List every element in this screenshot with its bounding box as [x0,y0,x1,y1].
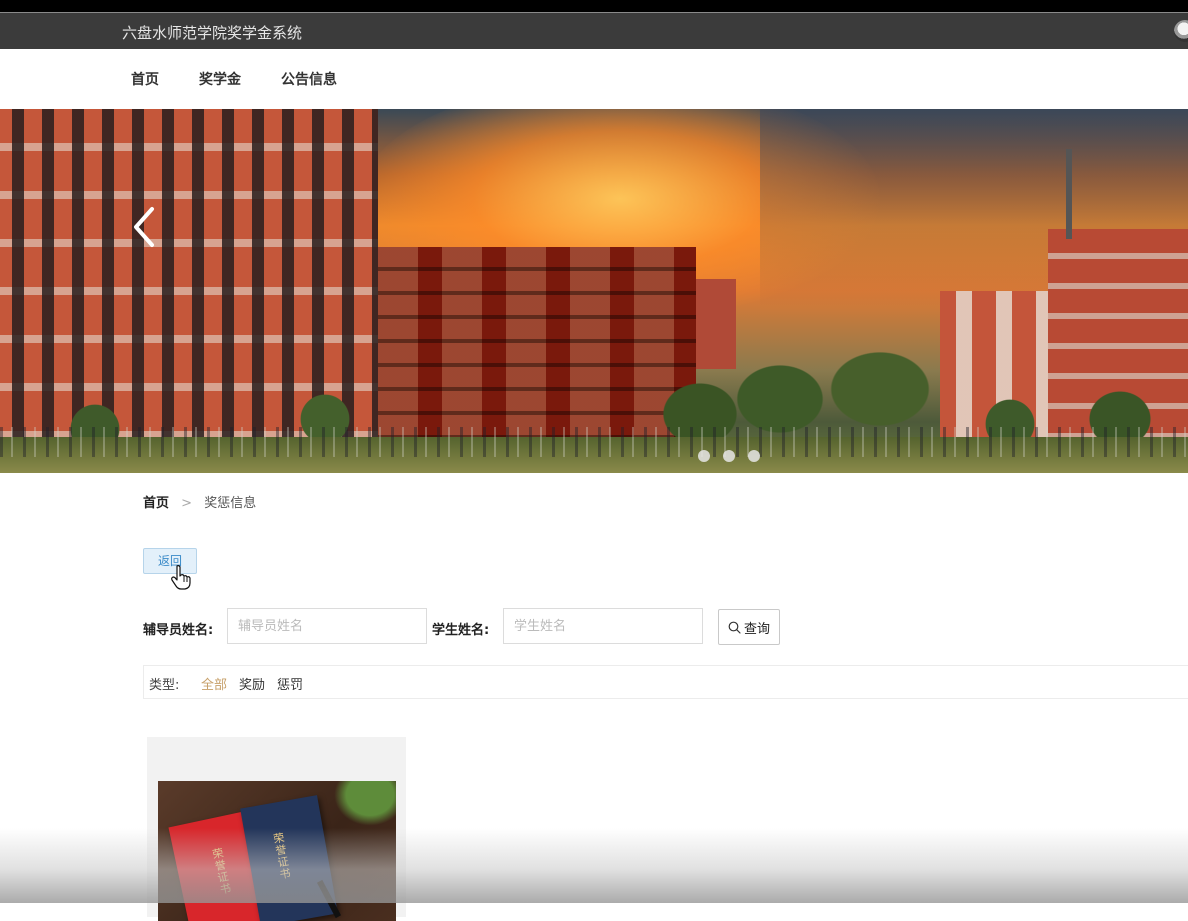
carousel-indicators [698,447,768,462]
plant-decoration [328,781,396,831]
filter-option-all[interactable]: 全部 [201,674,227,693]
breadcrumb-current: 奖惩信息 [204,496,257,511]
carousel-dot[interactable] [698,450,710,462]
carousel-prev-arrow-icon[interactable] [128,205,164,249]
breadcrumb-separator: > [181,496,193,511]
nav-item-home[interactable]: 首页 [131,69,159,89]
type-filter-bar: 类型: 全部 奖励 惩罚 [143,665,1188,699]
search-button-label: 查询 [743,620,770,636]
filter-option-reward[interactable]: 奖励 [239,674,265,693]
search-icon [728,621,741,634]
counselor-name-input[interactable] [227,608,427,644]
nav-item-announcements[interactable]: 公告信息 [281,69,337,89]
filter-option-punishment[interactable]: 惩罚 [277,674,303,693]
site-title: 六盘水师范学院奖学金系统 [122,24,303,42]
counselor-name-label: 辅导员姓名: [143,623,214,638]
banner-people [0,427,1188,457]
main-nav: 首页 奖学金 公告信息 [0,49,1188,109]
student-name-label: 学生姓名: [432,623,490,638]
search-button[interactable]: 查询 [718,609,780,645]
user-avatar[interactable] [1174,20,1188,42]
certificate-title: 荣誉证书 [270,831,293,881]
record-card[interactable]: 荣誉证书 荣誉证书 [147,737,406,921]
banner-carousel[interactable] [0,109,1188,473]
banner-antenna [1066,149,1072,239]
nav-item-scholarship[interactable]: 奖学金 [199,69,241,89]
top-bar: 六盘水师范学院奖学金系统 [0,12,1188,49]
hand-cursor-icon [171,565,191,590]
type-filter-label: 类型: [149,678,180,693]
record-card-image[interactable]: 荣誉证书 荣誉证书 [158,781,396,921]
carousel-dot[interactable] [723,450,736,462]
breadcrumb: 首页 > 奖惩信息 [143,492,256,511]
breadcrumb-home-link[interactable]: 首页 [143,496,169,511]
student-name-input[interactable] [503,608,703,644]
certificate-title: 荣誉证书 [209,846,233,897]
top-strip [0,0,1188,12]
